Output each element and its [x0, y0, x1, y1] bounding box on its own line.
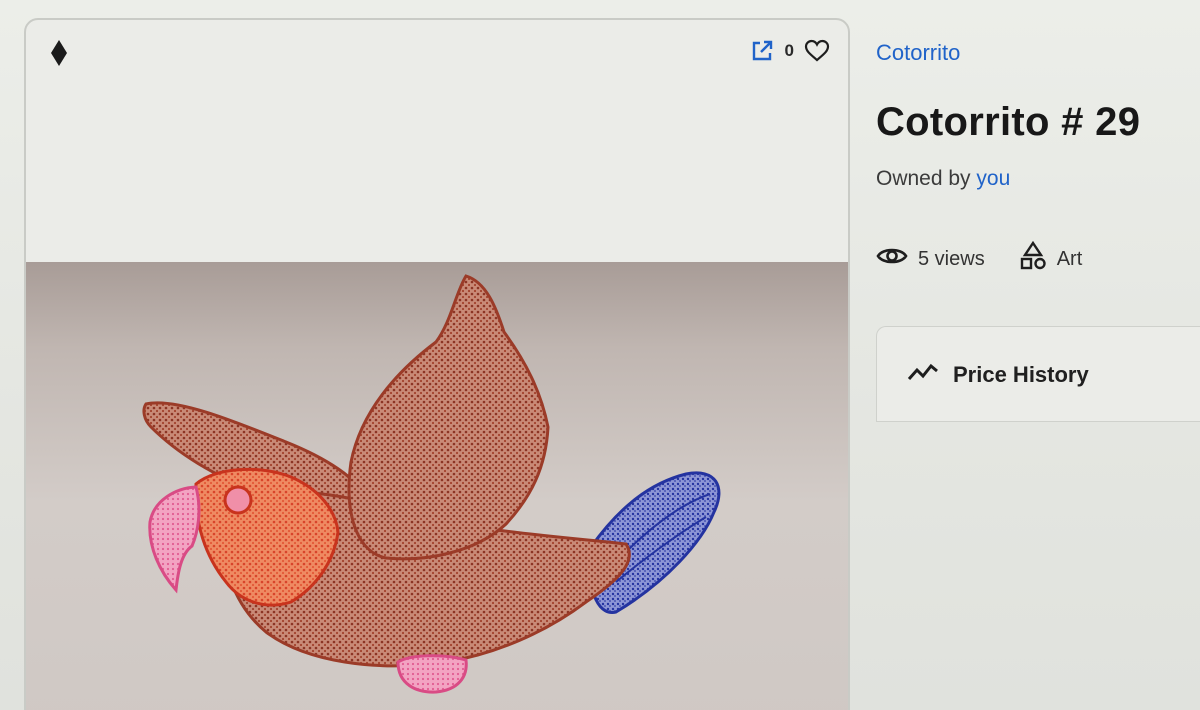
card-header: 0 — [26, 20, 848, 86]
owner-prefix: Owned by — [876, 167, 971, 190]
price-history-label: Price History — [953, 362, 1089, 387]
nft-card: 0 — [24, 18, 850, 710]
parrot-front-wing — [347, 274, 550, 561]
page: 0 Cotorrito Cotorrito # 29 Owned by you … — [0, 0, 1200, 710]
category-label: Art — [1056, 247, 1083, 270]
like-count: 0 — [784, 41, 794, 60]
parrot-illustration — [142, 274, 721, 694]
nft-image[interactable] — [26, 262, 848, 710]
collection-link[interactable]: Cotorrito — [876, 40, 960, 65]
views-label: 5 views — [918, 247, 985, 270]
owner-link[interactable]: you — [976, 167, 1010, 190]
trend-line-icon — [907, 361, 939, 389]
category-stat[interactable]: Art — [1019, 240, 1083, 277]
nft-title: Cotorrito # 29 — [876, 100, 1141, 144]
price-history-toggle[interactable]: Price History — [907, 361, 1089, 389]
price-history-panel: Price History — [876, 326, 1200, 422]
ethereum-icon — [50, 40, 68, 66]
stats-row: 5 views Art — [876, 240, 1200, 277]
shapes-icon — [1019, 240, 1047, 277]
parrot-feet — [396, 654, 468, 694]
header-actions: 0 — [749, 38, 830, 64]
nft-details: Cotorrito Cotorrito # 29 Owned by you 5 … — [876, 40, 1200, 277]
eye-icon — [876, 245, 908, 273]
views-stat: 5 views — [876, 245, 985, 273]
owner-line: Owned by you — [876, 167, 1200, 191]
parrot-beak — [148, 485, 201, 594]
heart-outline-icon[interactable] — [804, 38, 830, 64]
external-link-icon[interactable] — [749, 38, 775, 64]
